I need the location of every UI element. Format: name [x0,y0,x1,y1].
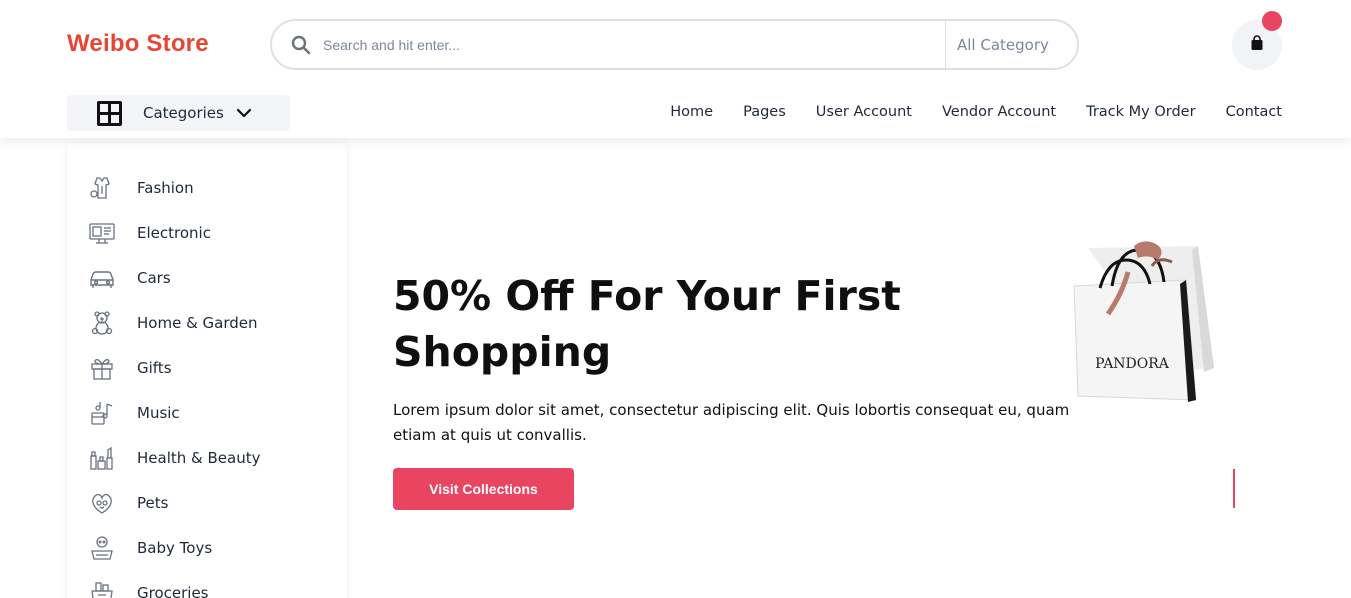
categories-label: Categories [143,104,224,122]
shopping-bag-icon [1249,35,1265,55]
sidebar-item-label: Cars [137,268,171,287]
site-header: Weibo Store All Category Categories Home… [0,0,1351,138]
sidebar-item-groceries[interactable]: Groceries [67,570,347,598]
grid-icon [96,100,123,127]
monitor-icon [87,218,117,248]
sidebar-item-label: Baby Toys [137,538,213,557]
search-input[interactable] [323,21,945,68]
category-sidebar: Fashion Electronic Cars Home & Garden Gi… [67,143,347,598]
nav-track-order[interactable]: Track My Order [1086,104,1195,120]
hero-description: Lorem ipsum dolor sit amet, consectetur … [393,401,1070,444]
categories-button[interactable]: Categories [67,95,290,131]
nav-pages[interactable]: Pages [743,104,786,120]
music-icon [87,398,117,428]
sidebar-item-label: Health & Beauty [137,448,261,467]
sidebar-item-home-garden[interactable]: Home & Garden [67,300,347,345]
sidebar-item-pets[interactable]: Pets [67,480,347,525]
nav-contact[interactable]: Contact [1226,104,1282,120]
chevron-down-icon [236,108,252,118]
sidebar-item-fashion[interactable]: Fashion [67,165,347,210]
sidebar-item-health-beauty[interactable]: Health & Beauty [67,435,347,480]
car-icon [87,263,117,293]
teddy-bear-icon [87,308,117,338]
search-bar: All Category [270,19,1079,70]
category-select[interactable]: All Category [945,21,1077,68]
sidebar-item-label: Fashion [137,178,194,197]
sidebar-item-label: Music [137,403,180,422]
main-nav: Home Pages User Account Vendor Account T… [670,104,1282,120]
cart-badge [1262,11,1282,31]
groceries-icon [87,578,117,598]
sidebar-item-label: Electronic [137,223,211,242]
sidebar-item-label: Home & Garden [137,313,258,332]
sidebar-item-label: Groceries [137,583,209,598]
sidebar-item-label: Pets [137,493,169,512]
sidebar-item-music[interactable]: Music [67,390,347,435]
slider-indicator[interactable] [1233,469,1235,508]
visit-collections-button[interactable]: Visit Collections [393,468,574,510]
nav-vendor-account[interactable]: Vendor Account [942,104,1056,120]
baby-toys-icon [87,533,117,563]
search-icon[interactable] [291,35,311,55]
pets-icon [87,488,117,518]
sidebar-item-gifts[interactable]: Gifts [67,345,347,390]
shopping-bags-image: PANDORA [1073,241,1214,402]
nav-user-account[interactable]: User Account [816,104,912,120]
bag-brand-text: PANDORA [1095,356,1170,372]
sidebar-item-baby-toys[interactable]: Baby Toys [67,525,347,570]
dress-icon [87,173,117,203]
sidebar-item-cars[interactable]: Cars [67,255,347,300]
sidebar-item-electronic[interactable]: Electronic [67,210,347,255]
store-logo[interactable]: Weibo Store [67,30,209,58]
gift-icon [87,353,117,383]
nav-home[interactable]: Home [670,104,713,120]
hero-title: 50% Off For Your First Shopping [393,272,901,376]
cosmetics-icon [87,443,117,473]
sidebar-item-label: Gifts [137,358,172,377]
